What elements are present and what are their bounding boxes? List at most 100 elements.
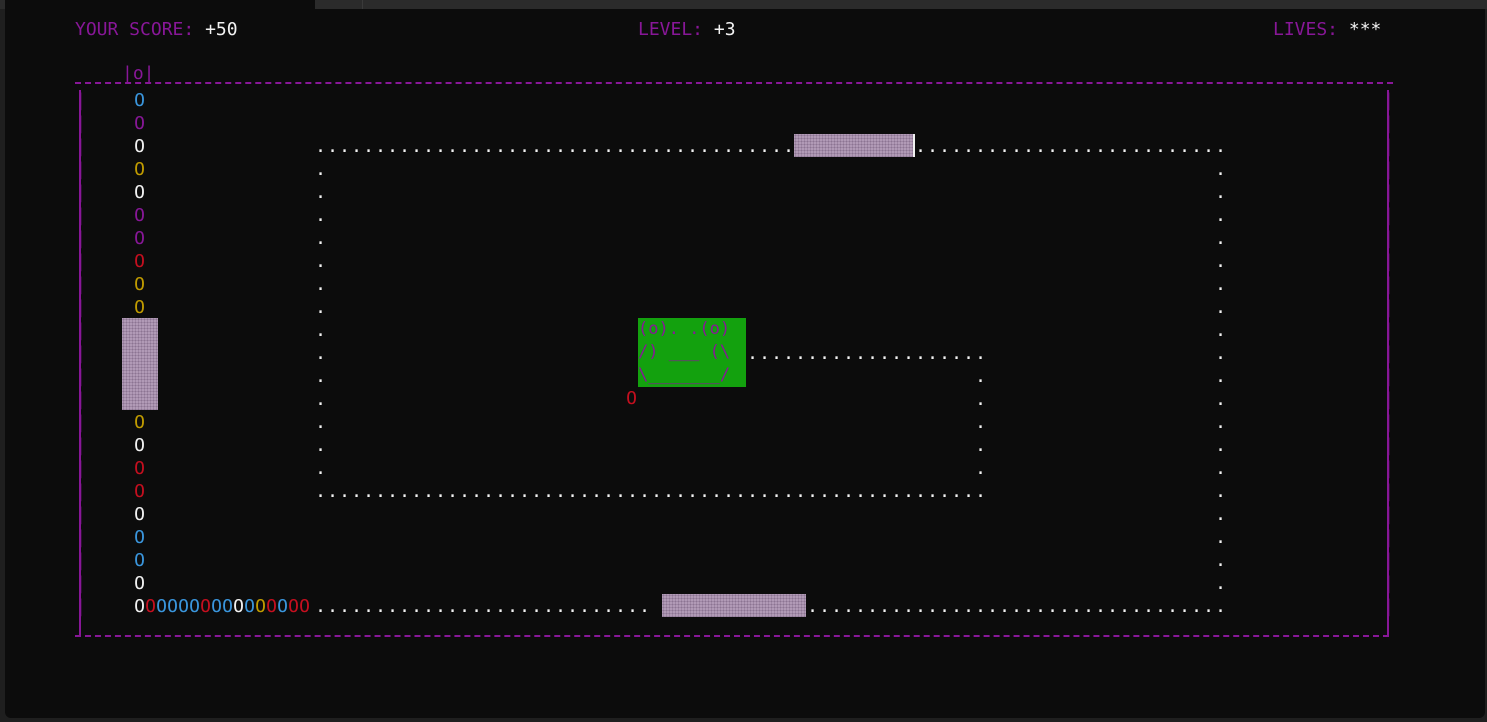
track-dot: .	[939, 136, 950, 157]
score-display: YOUR SCORE: +50	[75, 18, 238, 42]
snake-segment: O	[134, 527, 145, 548]
track-dot: .	[603, 481, 614, 502]
track-dot: .	[1035, 136, 1046, 157]
track-dot: .	[1215, 550, 1226, 571]
snake-segment: O	[299, 596, 310, 617]
track-dot: .	[927, 136, 938, 157]
track-dot: .	[687, 136, 698, 157]
track-dot: .	[975, 435, 986, 456]
track-dot: .	[627, 481, 638, 502]
track-dot: .	[1215, 320, 1226, 341]
track-dot: .	[903, 596, 914, 617]
track-dot: .	[399, 596, 410, 617]
border-wall: |	[1383, 159, 1394, 180]
snake-segment: O	[134, 504, 145, 525]
track-dot: .	[1203, 136, 1214, 157]
track-dot: .	[915, 596, 926, 617]
track-dot: .	[351, 136, 362, 157]
track-dot: .	[615, 481, 626, 502]
track-dot: .	[987, 596, 998, 617]
border-wall: |	[75, 412, 86, 433]
track-dot: .	[891, 596, 902, 617]
snake-segment: O	[156, 596, 167, 617]
track-dot: .	[399, 136, 410, 157]
track-dot: .	[1131, 136, 1142, 157]
track-dot: .	[375, 596, 386, 617]
track-dot: .	[375, 136, 386, 157]
track-dot: .	[507, 596, 518, 617]
track-dot: .	[963, 481, 974, 502]
track-dot: .	[1215, 159, 1226, 180]
track-dot: .	[975, 136, 986, 157]
bottom-paddle	[662, 594, 806, 617]
track-dot: .	[975, 343, 986, 364]
track-dot: .	[711, 136, 722, 157]
track-dot: .	[639, 596, 650, 617]
lives-display: LIVES: ***	[1273, 18, 1381, 42]
snake-segment: O	[134, 274, 145, 295]
border-wall: |	[75, 251, 86, 272]
track-dot: .	[315, 596, 326, 617]
track-dot: .	[1203, 596, 1214, 617]
border-wall: |	[1383, 573, 1394, 594]
track-dot: .	[1215, 504, 1226, 525]
track-dot: .	[1191, 596, 1202, 617]
track-dot: .	[1119, 136, 1130, 157]
track-dot: .	[1215, 573, 1226, 594]
track-dot: .	[903, 481, 914, 502]
track-dot: .	[1215, 366, 1226, 387]
track-dot: .	[459, 136, 470, 157]
border-wall: |	[1383, 527, 1394, 548]
track-dot: .	[939, 343, 950, 364]
track-dot: .	[531, 481, 542, 502]
track-dot: .	[339, 481, 350, 502]
track-dot: .	[1023, 136, 1034, 157]
track-dot: .	[315, 320, 326, 341]
track-dot: .	[579, 596, 590, 617]
snake-segment: O	[134, 113, 145, 134]
border-wall: |	[1383, 297, 1394, 318]
track-dot: .	[675, 136, 686, 157]
track-dot: .	[1131, 596, 1142, 617]
terminal-tab[interactable]	[5, 0, 315, 9]
track-dot: .	[483, 136, 494, 157]
level-display: LEVEL: +3	[638, 18, 736, 42]
track-dot: .	[555, 136, 566, 157]
track-dot: .	[315, 136, 326, 157]
border-wall: |	[75, 90, 86, 111]
snake-segment: O	[244, 596, 255, 617]
level-value: +3	[713, 19, 736, 40]
border-wall: |	[75, 228, 86, 249]
border-wall: |	[1383, 343, 1394, 364]
track-dot: .	[471, 596, 482, 617]
tab-separator	[362, 0, 363, 9]
track-dot: .	[1179, 136, 1190, 157]
track-dot: .	[567, 136, 578, 157]
left-paddle	[122, 318, 158, 410]
track-dot: .	[519, 136, 530, 157]
track-dot: .	[603, 136, 614, 157]
track-dot: .	[1071, 136, 1082, 157]
track-dot: .	[1035, 596, 1046, 617]
track-dot: .	[951, 481, 962, 502]
track-dot: .	[315, 159, 326, 180]
track-dot: .	[783, 343, 794, 364]
track-dot: .	[867, 596, 878, 617]
track-dot: .	[1011, 596, 1022, 617]
border-wall: |	[75, 596, 86, 617]
track-dot: .	[831, 343, 842, 364]
track-dot: .	[543, 481, 554, 502]
track-dot: .	[1215, 228, 1226, 249]
track-dot: .	[315, 343, 326, 364]
track-dot: .	[315, 481, 326, 502]
track-dot: .	[831, 481, 842, 502]
track-dot: .	[1047, 136, 1058, 157]
track-dot: .	[531, 596, 542, 617]
track-dot: .	[1167, 596, 1178, 617]
snake-segment: O	[134, 136, 145, 157]
track-dot: .	[927, 481, 938, 502]
track-dot: .	[963, 136, 974, 157]
track-dot: .	[363, 481, 374, 502]
track-dot: .	[891, 481, 902, 502]
border-wall: |	[1383, 412, 1394, 433]
